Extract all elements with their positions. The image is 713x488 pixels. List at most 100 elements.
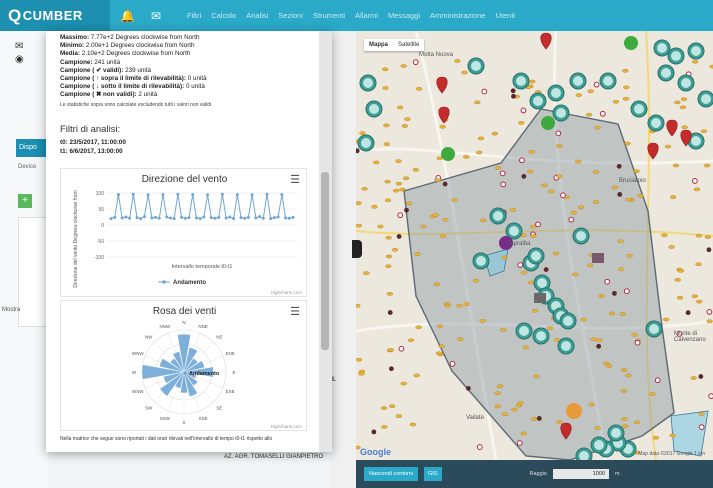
sensor-dot[interactable]	[633, 420, 641, 425]
data-point[interactable]	[206, 193, 210, 197]
sensor-dot[interactable]	[672, 163, 680, 168]
map-type-map[interactable]: Mappa	[364, 39, 393, 51]
sensor-dot[interactable]	[536, 416, 542, 421]
sensor-dot[interactable]	[698, 424, 705, 431]
sensor-dot[interactable]	[625, 197, 632, 202]
sensor-dot[interactable]	[396, 105, 404, 110]
sensor-dot[interactable]	[695, 233, 703, 238]
sensor-dot[interactable]	[560, 192, 566, 199]
data-point[interactable]	[213, 216, 217, 220]
data-point[interactable]	[183, 216, 187, 220]
sensor-dot[interactable]	[541, 183, 548, 188]
sensor-dot[interactable]	[380, 406, 388, 410]
sensor-dot[interactable]	[382, 86, 389, 90]
sensor-dot[interactable]	[588, 402, 595, 407]
sensor-dot[interactable]	[496, 384, 504, 389]
sensor-dot[interactable]	[412, 59, 419, 66]
sensor-dot[interactable]	[412, 168, 419, 172]
sensor-dot[interactable]	[706, 247, 712, 253]
sensor-dot[interactable]	[388, 404, 396, 408]
sensor-dot[interactable]	[556, 144, 563, 148]
alert-marker[interactable]	[540, 32, 552, 50]
sensor-dot[interactable]	[499, 328, 507, 332]
sensor-dot[interactable]	[691, 59, 699, 64]
sensor-dot[interactable]	[383, 142, 390, 146]
sensor-dot[interactable]	[413, 373, 420, 378]
sensor-dot[interactable]	[698, 412, 705, 416]
sensor-dot[interactable]	[442, 181, 448, 187]
status-marker[interactable]	[534, 293, 546, 303]
sensor-dot[interactable]	[649, 392, 656, 396]
add-button[interactable]: +	[18, 194, 32, 208]
data-point[interactable]	[220, 192, 224, 196]
sensor-dot[interactable]	[420, 224, 427, 229]
data-point[interactable]	[131, 192, 135, 196]
data-point[interactable]	[291, 215, 295, 219]
status-marker[interactable]	[566, 403, 582, 419]
sensor-dot[interactable]	[433, 282, 441, 287]
sensor-dot[interactable]	[619, 312, 627, 316]
sensor-dot[interactable]	[522, 345, 530, 350]
sensor-dot[interactable]	[580, 317, 587, 322]
sensor-dot[interactable]	[622, 97, 630, 101]
sensor-dot[interactable]	[708, 393, 713, 399]
sensor-dot[interactable]	[691, 178, 698, 184]
sensor-dot[interactable]	[548, 189, 555, 194]
data-point[interactable]	[228, 215, 232, 219]
sensor-dot[interactable]	[521, 173, 527, 179]
sensor-dot[interactable]	[414, 252, 421, 256]
nav-menu-item[interactable]: Messaggi	[388, 11, 420, 20]
sensor-dot[interactable]	[664, 144, 672, 149]
sensor-dot[interactable]	[695, 262, 702, 267]
data-point[interactable]	[232, 217, 236, 221]
sensor-dot[interactable]	[521, 270, 528, 275]
sensor-dot[interactable]	[395, 181, 403, 186]
data-point[interactable]	[269, 217, 273, 221]
sensor-dot[interactable]	[597, 294, 605, 298]
sensor-dot[interactable]	[387, 348, 395, 352]
sensor-dot[interactable]	[415, 87, 423, 91]
legend-label[interactable]: Andamento	[189, 371, 220, 377]
data-point[interactable]	[235, 193, 239, 197]
sensor-dot[interactable]	[356, 303, 361, 308]
sensor-dot[interactable]	[546, 326, 554, 330]
sensor-dot[interactable]	[402, 176, 410, 181]
sensor-dot[interactable]	[474, 100, 481, 105]
sensor-dot[interactable]	[706, 308, 713, 315]
alert-marker[interactable]	[436, 76, 448, 94]
sensor-dot[interactable]	[585, 112, 593, 117]
sensor-dot[interactable]	[552, 251, 560, 256]
sensor-dot[interactable]	[517, 121, 525, 125]
sensor-dot[interactable]	[611, 185, 618, 190]
sensor-dot[interactable]	[476, 444, 483, 450]
sensor-dot[interactable]	[661, 233, 668, 238]
data-point[interactable]	[172, 217, 176, 221]
data-point[interactable]	[139, 217, 143, 221]
sensor-dot[interactable]	[510, 88, 516, 94]
sensor-dot[interactable]	[621, 417, 628, 421]
sensor-dot[interactable]	[434, 178, 441, 182]
sensor-dot[interactable]	[674, 278, 681, 282]
sensor-dot[interactable]	[499, 170, 506, 177]
data-point[interactable]	[224, 216, 228, 220]
sensor-dot[interactable]	[397, 212, 404, 219]
sensor-dot[interactable]	[407, 338, 415, 343]
sensor-dot[interactable]	[356, 223, 362, 228]
sensor-dot[interactable]	[709, 64, 713, 69]
sensor-dot[interactable]	[463, 302, 470, 306]
nav-menu-item[interactable]: Calcolo	[211, 11, 236, 20]
sensor-dot[interactable]	[594, 125, 601, 130]
app-logo[interactable]: Q CUMBER	[0, 0, 110, 31]
sensor-dot[interactable]	[626, 253, 633, 258]
sensor-dot[interactable]	[399, 187, 406, 192]
sensor-dot[interactable]	[480, 218, 487, 223]
sensor-dot[interactable]	[527, 280, 535, 285]
sensor-dot[interactable]	[519, 157, 525, 164]
sensor-dot[interactable]	[669, 433, 676, 438]
status-marker[interactable]	[541, 116, 555, 130]
sensor-dot[interactable]	[516, 440, 523, 446]
sensor-dot[interactable]	[398, 345, 405, 352]
sensor-dot[interactable]	[530, 417, 538, 421]
sensor-dot[interactable]	[500, 181, 507, 188]
sensor-dot[interactable]	[690, 376, 697, 380]
